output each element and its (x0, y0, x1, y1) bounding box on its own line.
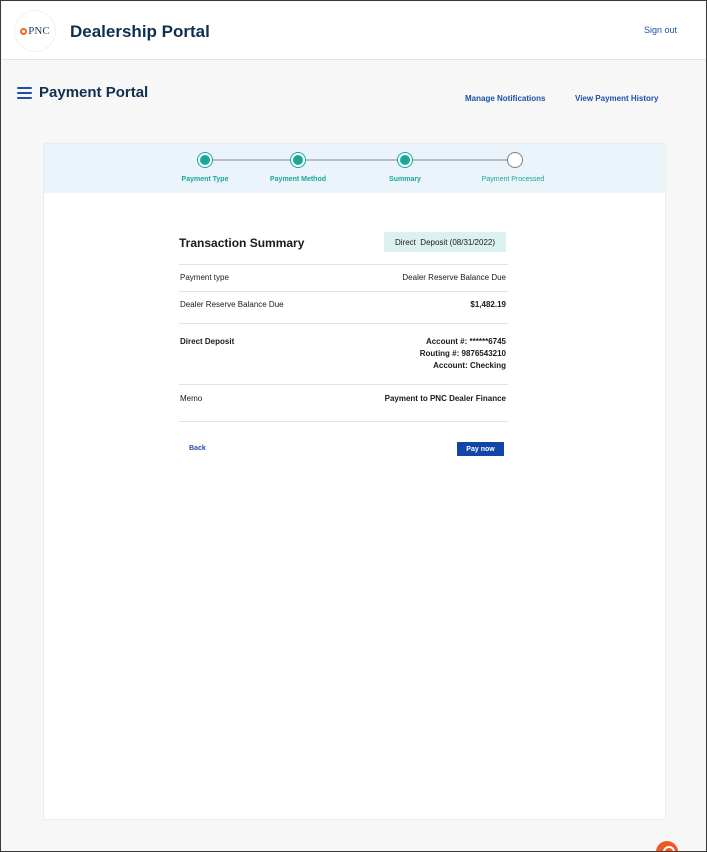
hamburger-menu-icon[interactable] (17, 87, 32, 99)
step-label-payment-method: Payment Method (269, 176, 327, 183)
row-value-account-number: Account #: ******6745 (425, 337, 506, 346)
divider (179, 291, 508, 292)
pnc-logo-icon: PNC (15, 11, 55, 51)
row-value-routing-number: Routing #: 9876543210 (419, 349, 506, 358)
row-label-payment-type: Payment type (180, 273, 229, 282)
pnc-logo-mark (20, 27, 28, 35)
top-header: PNC Dealership Portal Sign out (2, 2, 706, 60)
step-dot-payment-method (290, 152, 306, 168)
row-value-balance-due: $1,482.19 (470, 300, 506, 309)
app-title: Dealership Portal (70, 22, 210, 41)
divider (179, 264, 508, 265)
step-connector (213, 159, 299, 161)
back-link[interactable]: Back (189, 445, 206, 452)
divider (179, 421, 508, 422)
step-connector (413, 159, 509, 161)
payment-card: Payment Type Payment Method Summary Paym… (43, 143, 666, 820)
row-value-memo: Payment to PNC Dealer Finance (384, 394, 506, 403)
progress-stepper: Payment Type Payment Method Summary Paym… (44, 144, 665, 193)
manage-notifications-link[interactable]: Manage Notifications (465, 94, 545, 103)
divider (179, 323, 508, 324)
sign-out-link[interactable]: Sign out (644, 25, 677, 35)
step-connector (306, 159, 405, 161)
row-label-direct-deposit: Direct Deposit (180, 337, 235, 346)
step-dot-payment-processed (507, 152, 523, 168)
step-label-summary: Summary (389, 176, 421, 183)
step-dot-payment-type (197, 152, 213, 168)
divider (179, 384, 508, 385)
logo-text: PNC (28, 25, 50, 37)
step-label-payment-type: Payment Type (181, 176, 229, 183)
transaction-summary-title: Transaction Summary (179, 236, 305, 250)
pay-now-button[interactable]: Pay now (457, 442, 504, 456)
step-dot-summary (397, 152, 413, 168)
row-value-account-type: Account: Checking (433, 361, 506, 370)
view-payment-history-link[interactable]: View Payment History (575, 94, 658, 103)
step-label-payment-processed: Payment Processed (481, 176, 545, 183)
page-title: Payment Portal (39, 84, 149, 101)
payment-method-badge: Direct Deposit (08/31/2022) (384, 232, 506, 252)
row-label-memo: Memo (180, 394, 203, 403)
chat-icon[interactable] (656, 841, 678, 851)
row-value-payment-type: Dealer Reserve Balance Due (402, 273, 506, 282)
row-label-balance-due: Dealer Reserve Balance Due (180, 300, 284, 309)
app-window: PNC Dealership Portal Sign out Payment P… (0, 0, 707, 852)
